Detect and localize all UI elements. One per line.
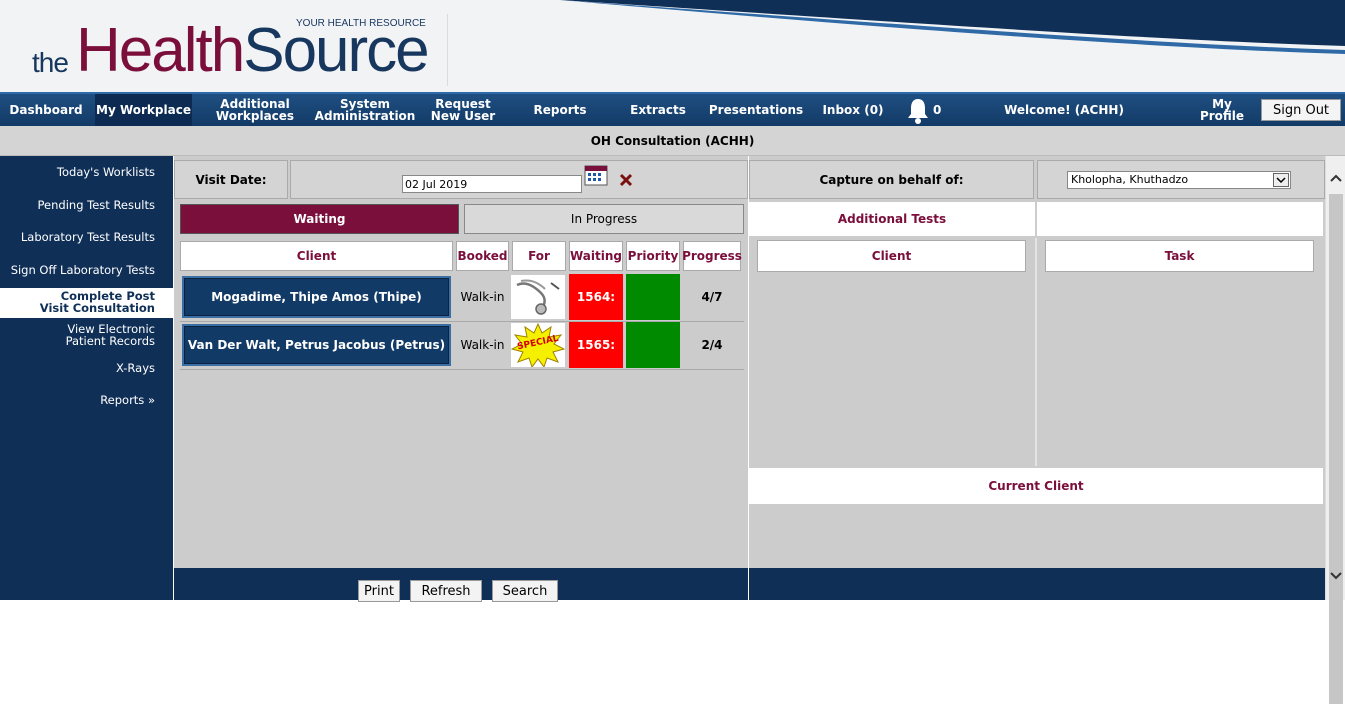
col-header-progress: Progress <box>682 241 742 271</box>
stethoscope-icon <box>511 275 565 319</box>
progress-cell: 4/7 <box>701 290 723 304</box>
col-header-priority: Priority <box>626 241 680 271</box>
sidebar-item-complete-post-visit-consultation[interactable]: Complete Post Visit Consultation <box>0 288 173 318</box>
sidebar-item-x-rays[interactable]: X-Rays <box>0 362 173 374</box>
nav-my-workplace[interactable]: My Workplace <box>95 94 192 126</box>
col-header-booked: Booked <box>456 241 509 271</box>
nav-extracts[interactable]: Extracts <box>626 94 690 126</box>
col-header-for: For <box>512 241 566 271</box>
col-header-client: Client <box>757 240 1026 272</box>
waiting-cell: 1564: <box>569 274 623 320</box>
booked-cell: Walk-in <box>460 338 505 352</box>
welcome-text: Welcome! (ACHH) <box>1004 103 1124 117</box>
action-bar: Print Refresh Search <box>174 568 748 602</box>
client-button[interactable]: Van Der Walt, Petrus Jacobus (Petrus) <box>182 324 451 366</box>
nav-request-new-user[interactable]: Request New User <box>420 94 506 126</box>
col-header-task: Task <box>1045 240 1314 272</box>
scrollbar-thumb[interactable] <box>1329 194 1343 704</box>
scroll-down-icon[interactable] <box>1330 572 1342 580</box>
chevron-down-icon[interactable] <box>1273 173 1289 187</box>
page-title: OH Consultation (ACHH) <box>0 126 1345 156</box>
nav-dashboard[interactable]: Dashboard <box>8 94 84 126</box>
booked-cell: Walk-in <box>460 290 505 304</box>
sidebar-item-reports[interactable]: Reports » <box>0 394 173 406</box>
table-row: Mogadime, Thipe Amos (Thipe) Walk-in 156… <box>180 274 744 322</box>
nav-system-administration[interactable]: System Administration <box>315 94 416 126</box>
capture-on-behalf-select[interactable]: Kholopha, Khuthadzo <box>1067 171 1291 189</box>
bell-icon[interactable] <box>905 97 931 125</box>
priority-indicator <box>626 274 680 320</box>
col-header-waiting: Waiting <box>569 241 623 271</box>
tab-additional-tests[interactable]: Additional Tests <box>749 202 1035 236</box>
sidebar-item-sign-off-laboratory-tests[interactable]: Sign Off Laboratory Tests <box>0 264 173 276</box>
col-header-client: Client <box>180 241 453 271</box>
priority-indicator <box>626 322 680 368</box>
column-divider <box>1035 238 1037 466</box>
sidebar-item-todays-worklists[interactable]: Today's Worklists <box>0 166 173 178</box>
nav-presentations[interactable]: Presentations <box>709 94 803 126</box>
header-divider <box>447 14 448 86</box>
sidebar-item-pending-test-results[interactable]: Pending Test Results <box>0 199 173 211</box>
scroll-up-icon[interactable] <box>1330 174 1342 182</box>
visit-date-input[interactable] <box>402 175 582 193</box>
capture-on-behalf-value: Kholopha, Khuthadzo <box>1071 173 1189 186</box>
visit-date-label: Visit Date: <box>174 160 288 199</box>
nav-reports[interactable]: Reports <box>528 94 592 126</box>
sign-out-button[interactable]: Sign Out <box>1261 99 1341 121</box>
main-nav: Dashboard My Workplace Additional Workpl… <box>0 92 1345 126</box>
nav-inbox[interactable]: Inbox (0) <box>820 94 886 126</box>
refresh-button[interactable]: Refresh <box>410 580 482 602</box>
nav-my-profile[interactable]: My Profile <box>1188 94 1256 126</box>
capture-on-behalf-label: Capture on behalf of: <box>749 160 1034 199</box>
page-scrollbar[interactable] <box>1325 156 1345 704</box>
special-starburst-icon: SPECIAL <box>511 323 565 367</box>
waiting-cell: 1565: <box>569 322 623 368</box>
notification-count: 0 <box>933 103 942 117</box>
app-header: the HealthSource YOUR HEALTH RESOURCE <box>0 0 1345 92</box>
tab-waiting[interactable]: Waiting <box>180 204 459 234</box>
logo-tagline: YOUR HEALTH RESOURCE <box>296 18 426 29</box>
worklist-panel: Visit Date: Waiting In Progress Client B… <box>174 156 748 568</box>
tab-empty <box>1037 202 1323 236</box>
clear-date-icon[interactable] <box>619 173 633 187</box>
search-button[interactable]: Search <box>492 580 558 602</box>
capture-panel: Capture on behalf of: Kholopha, Khuthadz… <box>749 156 1325 568</box>
app-logo[interactable]: the HealthSource YOUR HEALTH RESOURCE <box>32 14 452 85</box>
sidebar-item-laboratory-test-results[interactable]: Laboratory Test Results <box>0 231 173 243</box>
table-row: Van Der Walt, Petrus Jacobus (Petrus) Wa… <box>180 322 744 370</box>
print-button[interactable]: Print <box>358 580 400 602</box>
sidebar: Today's Worklists Pending Test Results L… <box>0 156 173 600</box>
tab-in-progress[interactable]: In Progress <box>464 204 744 234</box>
nav-additional-workplaces[interactable]: Additional Workplaces <box>212 94 298 126</box>
client-button[interactable]: Mogadime, Thipe Amos (Thipe) <box>182 276 451 318</box>
logo-the: the <box>32 47 69 78</box>
calendar-icon[interactable] <box>584 164 608 186</box>
sidebar-item-view-electronic-patient-records[interactable]: View Electronic Patient Records <box>0 323 173 347</box>
right-action-bar <box>749 568 1325 600</box>
progress-cell: 2/4 <box>701 338 723 352</box>
current-client-header: Current Client <box>749 468 1323 504</box>
